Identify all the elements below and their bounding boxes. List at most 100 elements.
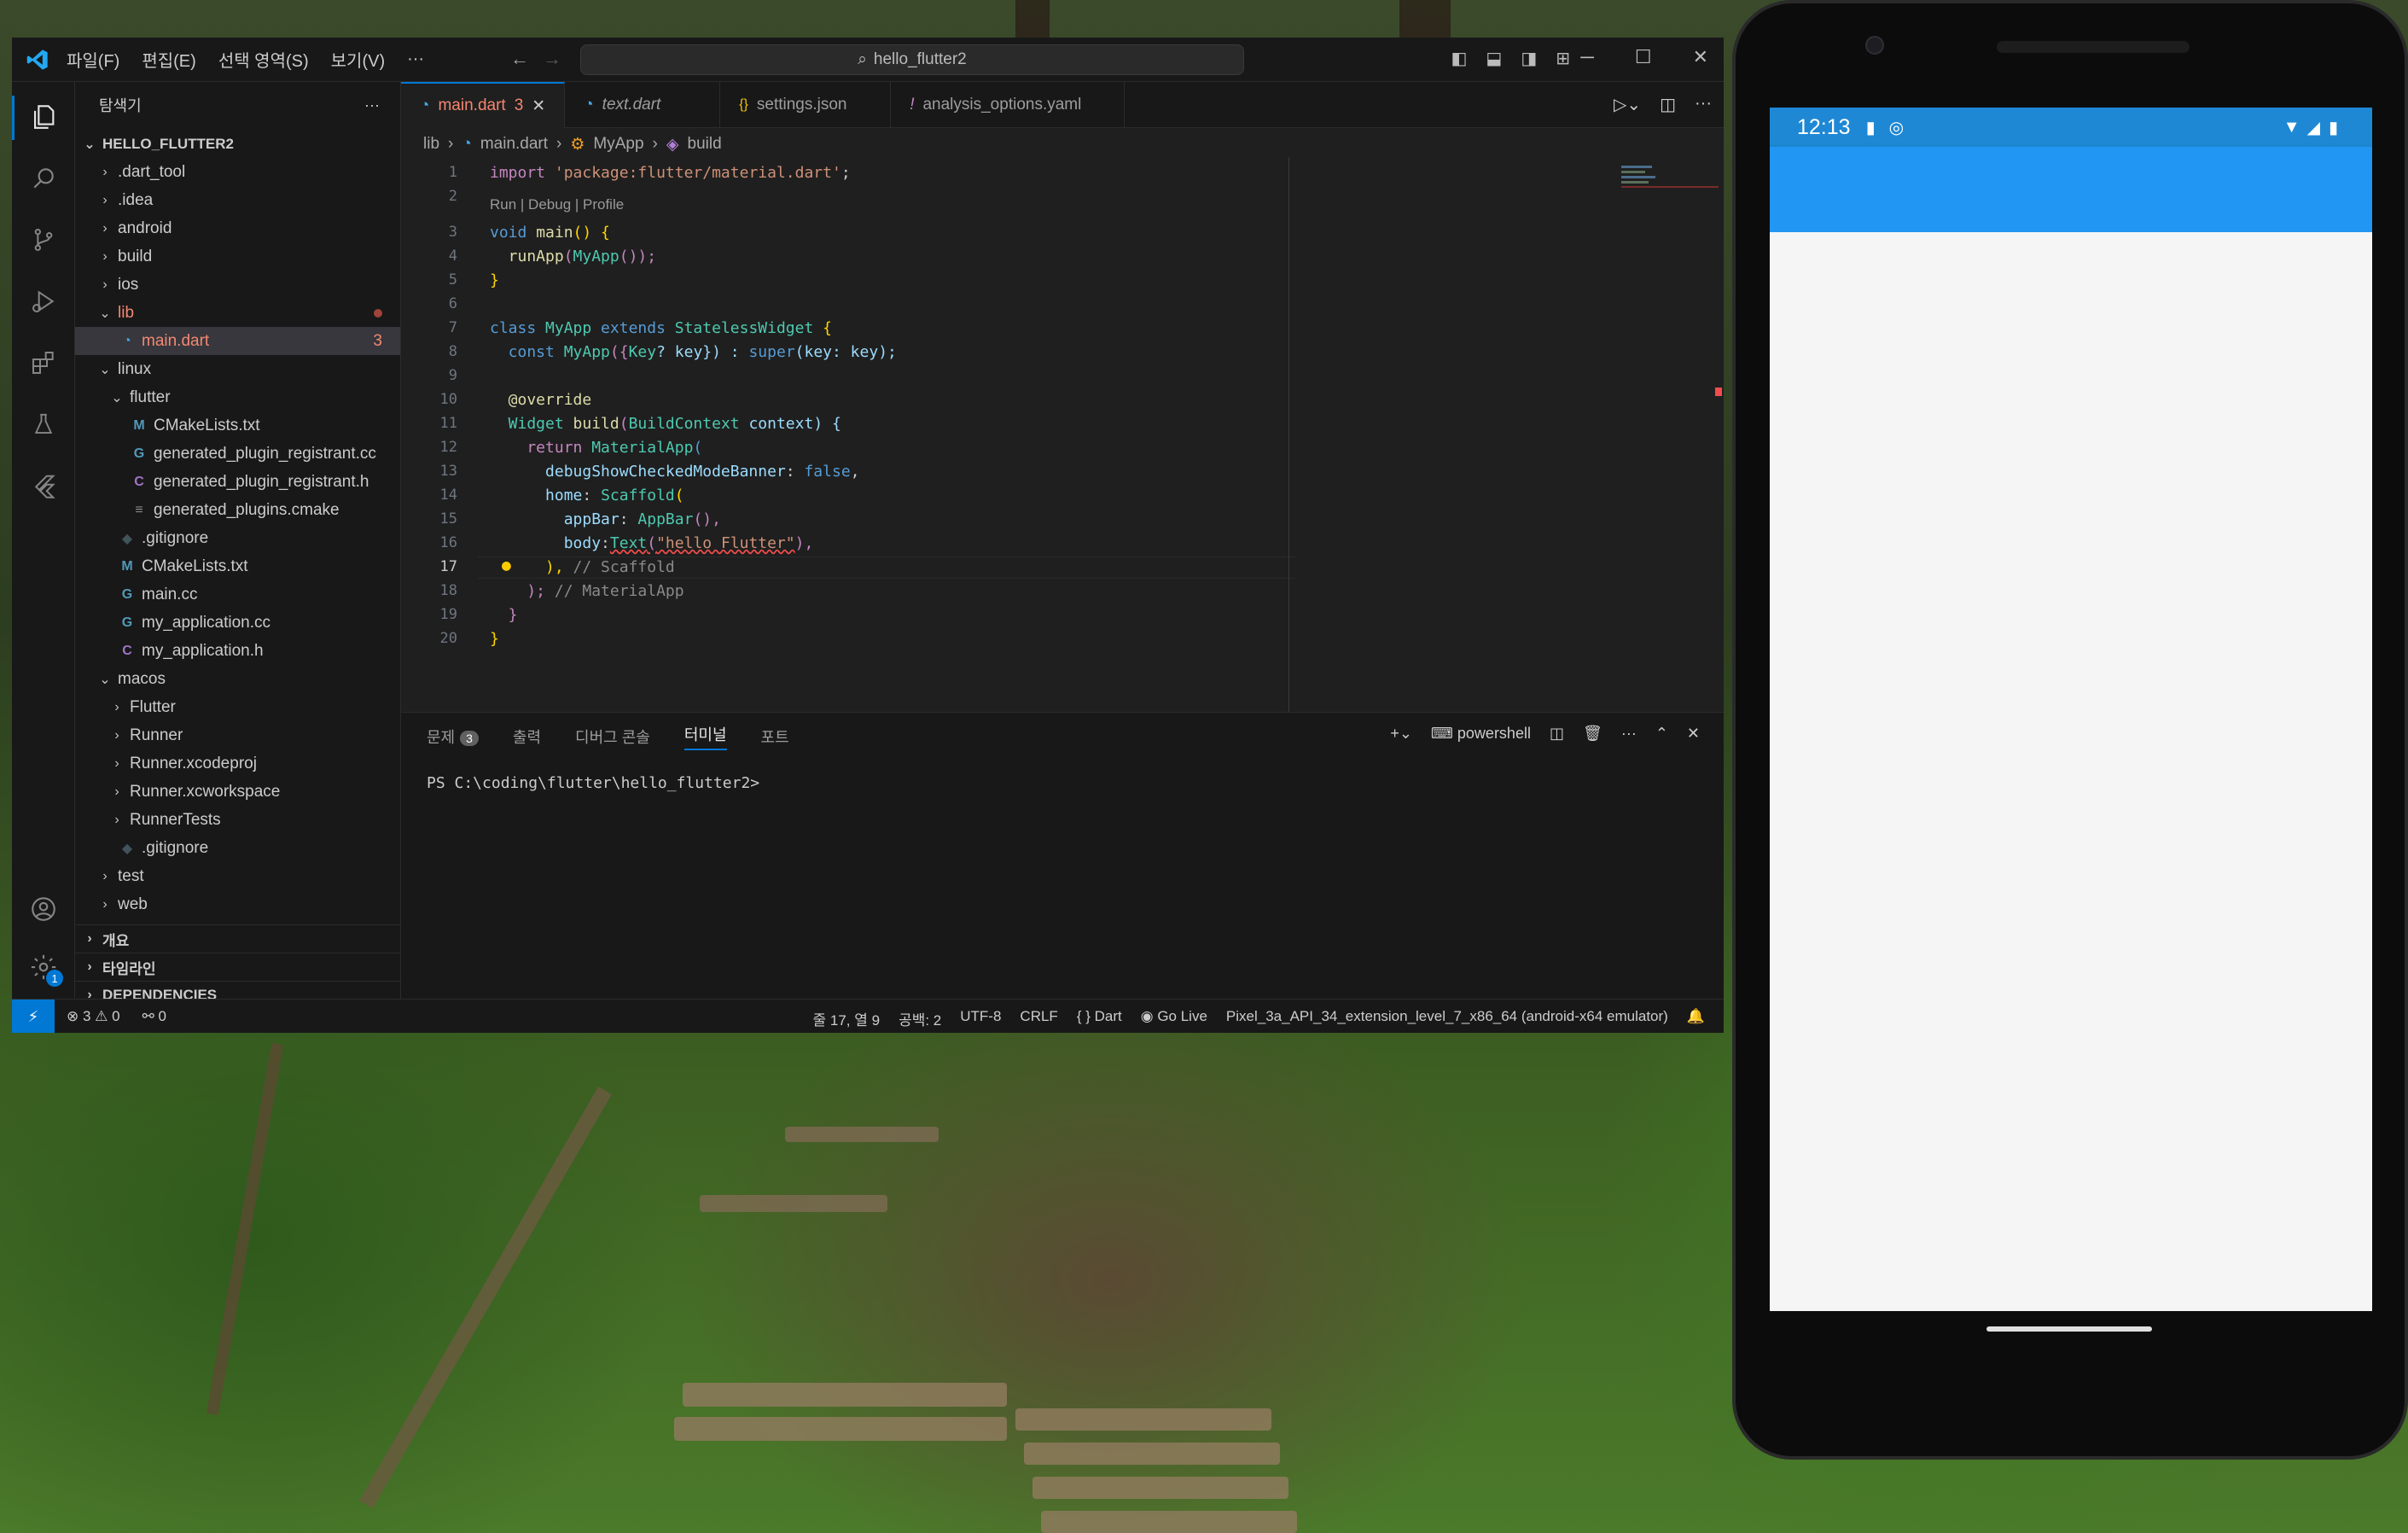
source-control-icon[interactable] xyxy=(27,224,60,256)
split-terminal-icon[interactable]: ◫ xyxy=(1550,725,1564,743)
close-panel-icon[interactable]: ✕ xyxy=(1687,725,1700,743)
new-terminal-icon[interactable]: +⌄ xyxy=(1390,725,1412,743)
customize-layout-icon[interactable]: ⊞ xyxy=(1556,48,1570,69)
problems-status[interactable]: ⊗ 3 ⚠ 0 xyxy=(67,1008,120,1025)
more-actions-icon[interactable]: ··· xyxy=(1695,94,1712,115)
breadcrumb-method[interactable]: build xyxy=(688,135,722,154)
maximize-panel-icon[interactable]: ⌃ xyxy=(1655,725,1668,743)
workspace-root[interactable]: ⌄ HELLO_FLUTTER2 xyxy=(75,130,400,158)
menu-more[interactable]: ··· xyxy=(407,50,424,69)
trash-icon[interactable]: 🗑 xyxy=(1583,725,1602,743)
file-tree-item[interactable]: ◆ .gitignore xyxy=(75,834,400,862)
timeline-section[interactable]: › 타임라인 xyxy=(75,953,400,981)
menu-selection[interactable]: 선택 영역(S) xyxy=(218,47,309,72)
file-tree-item[interactable]: ◆ .gitignore xyxy=(75,524,400,552)
tab-problems[interactable]: 문제 3 xyxy=(427,726,479,748)
tab-main-dart[interactable]: ◔ main.dart 3 ✕ xyxy=(401,82,566,128)
run-icon[interactable]: ▷⌄ xyxy=(1614,94,1641,115)
home-gesture-bar[interactable] xyxy=(1986,1326,2152,1332)
file-tree-item[interactable]: › RunnerTests xyxy=(75,806,400,834)
file-tree-item[interactable]: ◔ main.dart 3 xyxy=(75,327,400,355)
file-tree-item[interactable]: › Runner.xcodeproj xyxy=(75,749,400,778)
back-arrow-icon[interactable]: ← xyxy=(510,48,529,70)
ports-status[interactable]: ⚯ 0 xyxy=(143,1008,166,1025)
file-tree-item[interactable]: › ios xyxy=(75,271,400,299)
toggle-primary-sidebar-icon[interactable]: ◧ xyxy=(1451,48,1468,69)
breadcrumb-folder[interactable]: lib xyxy=(423,135,439,154)
accounts-icon[interactable] xyxy=(27,893,60,925)
file-tree-item[interactable]: › .dart_tool xyxy=(75,158,400,186)
file-tree-item[interactable]: › Flutter xyxy=(75,693,400,721)
breadcrumb-class[interactable]: MyApp xyxy=(593,135,643,154)
menu-edit[interactable]: 편집(E) xyxy=(142,47,195,72)
menu-view[interactable]: 보기(V) xyxy=(331,47,385,72)
file-tree-item[interactable]: › Runner xyxy=(75,721,400,749)
file-tree-item[interactable]: › .idea xyxy=(75,186,400,214)
terminal-prompt[interactable]: PS C:\coding\flutter\hello_flutter2> xyxy=(427,774,759,792)
toggle-secondary-sidebar-icon[interactable]: ◨ xyxy=(1521,48,1537,69)
file-tree-item[interactable]: › Runner.xcworkspace xyxy=(75,778,400,806)
lightbulb-icon[interactable]: ● xyxy=(502,557,511,574)
file-tree-item[interactable]: Ggenerated_plugin_registrant.cc xyxy=(75,440,400,468)
extensions-icon[interactable] xyxy=(27,347,60,379)
notifications-bell-icon[interactable]: 🔔 xyxy=(1687,1008,1705,1029)
tab-debug-console[interactable]: 디버그 콘솔 xyxy=(575,726,650,748)
file-tree-item[interactable]: ⌄ flutter xyxy=(75,383,400,411)
file-tree-item[interactable]: Gmy_application.cc xyxy=(75,609,400,637)
explorer-icon[interactable] xyxy=(27,101,60,133)
search-icon[interactable] xyxy=(27,162,60,195)
cursor-position[interactable]: 줄 17, 열 9 xyxy=(813,1008,881,1029)
explorer-more-icon[interactable]: ··· xyxy=(364,96,380,114)
close-tab-icon[interactable]: ✕ xyxy=(532,96,545,116)
testing-icon[interactable] xyxy=(27,408,60,440)
settings-gear-icon[interactable]: 1 xyxy=(27,951,63,987)
menu-file[interactable]: 파일(F) xyxy=(67,47,119,72)
file-tree-item[interactable]: M CMakeLists.txt xyxy=(75,552,400,580)
go-live-button[interactable]: ◉ Go Live xyxy=(1141,1008,1207,1029)
language-mode[interactable]: { } Dart xyxy=(1077,1008,1122,1029)
outline-section[interactable]: › 개요 xyxy=(75,924,400,953)
more-actions-icon[interactable]: ··· xyxy=(1621,725,1637,743)
tab-ports[interactable]: 포트 xyxy=(761,726,789,748)
tab-analysis-options[interactable]: ! analysis_options.yaml xyxy=(891,82,1125,128)
encoding[interactable]: UTF-8 xyxy=(960,1008,1001,1029)
file-tree-item[interactable]: Cgenerated_plugin_registrant.h xyxy=(75,468,400,496)
close-window-icon[interactable]: ✕ xyxy=(1693,46,1708,68)
breadcrumb-file[interactable]: main.dart xyxy=(480,135,548,154)
file-tree-item[interactable]: › android xyxy=(75,214,400,242)
indentation[interactable]: 공백: 2 xyxy=(899,1008,941,1029)
code-editor[interactable]: 1 2 3 4 5 6 7 8 9 10 11 12 13 14 15 16 17 18 19 20 Run | De… xyxy=(401,157,1724,712)
file-tree-label: test xyxy=(118,866,144,885)
tab-settings-json[interactable]: {} settings.json xyxy=(720,82,892,128)
toggle-panel-icon[interactable]: ⬓ xyxy=(1486,48,1502,69)
tab-text-dart[interactable]: ◔ text.dart xyxy=(565,82,721,128)
codelens-run-debug[interactable]: Run | Debug | Profile xyxy=(490,196,624,213)
file-tree-item[interactable]: Gmain.cc xyxy=(75,580,400,609)
remote-indicator-icon[interactable]: ⚡ xyxy=(12,1000,55,1033)
maximize-icon[interactable]: ☐ xyxy=(1635,46,1652,68)
tab-terminal[interactable]: 터미널 xyxy=(683,723,727,750)
file-tree-item[interactable]: M CMakeLists.txt xyxy=(75,411,400,440)
split-editor-icon[interactable]: ◫ xyxy=(1660,94,1676,115)
device-selector[interactable]: Pixel_3a_API_34_extension_level_7_x86_64… xyxy=(1226,1008,1668,1029)
code-line-12: return MaterialApp( xyxy=(490,439,703,457)
file-tree-item[interactable]: ⌄ lib xyxy=(75,299,400,327)
command-center-search[interactable]: ⌕ hello_flutter2 xyxy=(580,44,1244,75)
file-tree-item[interactable]: › test xyxy=(75,862,400,890)
tab-output[interactable]: 출력 xyxy=(513,726,541,748)
file-tree-item[interactable]: › build xyxy=(75,242,400,271)
file-tree-item[interactable]: Cmy_application.h xyxy=(75,637,400,665)
minimap[interactable] xyxy=(1621,164,1719,198)
dependencies-section[interactable]: › DEPENDENCIES xyxy=(75,981,400,999)
run-debug-icon[interactable] xyxy=(27,285,60,318)
terminal-shell[interactable]: ⌨ powershell xyxy=(1431,725,1531,743)
file-tree-item[interactable]: ⌄ macos xyxy=(75,665,400,693)
file-tree-item[interactable]: ≡ generated_plugins.cmake xyxy=(75,496,400,524)
flutter-icon[interactable] xyxy=(27,469,60,502)
minimize-icon[interactable]: ─ xyxy=(1580,46,1594,68)
forward-arrow-icon[interactable]: → xyxy=(543,48,561,70)
flutter-app-body[interactable] xyxy=(1770,232,2372,1311)
line-ending[interactable]: CRLF xyxy=(1020,1008,1057,1029)
file-tree-item[interactable]: › web xyxy=(75,890,400,918)
file-tree-item[interactable]: ⌄ linux xyxy=(75,355,400,383)
